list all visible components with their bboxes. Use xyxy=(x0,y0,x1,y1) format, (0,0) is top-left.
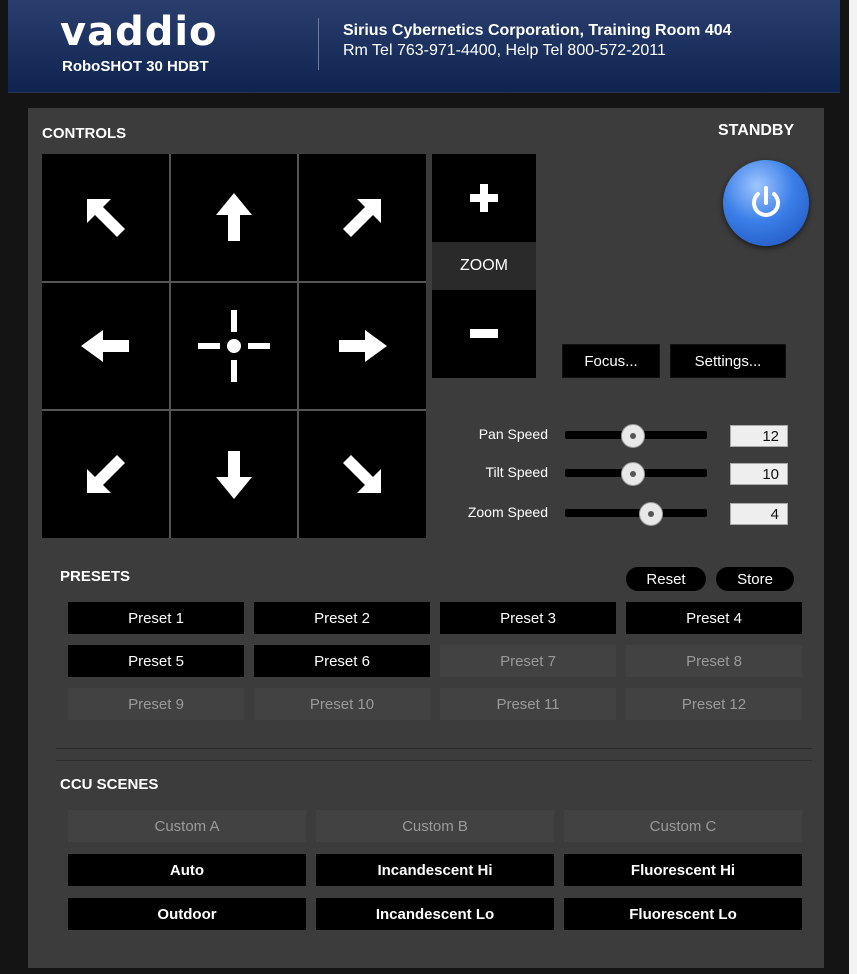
presets-title: PRESETS xyxy=(60,568,131,585)
preset-button[interactable]: Preset 10 xyxy=(254,688,430,720)
ccu-scene-button[interactable]: Incandescent Lo xyxy=(316,898,554,930)
model-name: RoboSHOT 30 HDBT xyxy=(62,58,209,75)
arrow-down-left-icon xyxy=(87,454,126,493)
ccu-scene-button[interactable]: Auto xyxy=(68,854,306,886)
ccu-scene-button[interactable]: Outdoor xyxy=(68,898,306,930)
preset-reset-button[interactable]: Reset xyxy=(626,567,706,591)
zoom-in-button[interactable] xyxy=(432,154,536,242)
arrow-up-right-icon xyxy=(342,199,381,238)
tilt-speed-label: Tilt Speed xyxy=(485,464,548,480)
settings-button[interactable]: Settings... xyxy=(670,344,786,378)
zoom-speed-value[interactable]: 4 xyxy=(730,503,788,525)
zoom-speed-label: Zoom Speed xyxy=(467,504,548,520)
zoom-control: ZOOM xyxy=(432,154,536,378)
pan-speed-value[interactable]: 12 xyxy=(730,425,788,447)
pan-up-left-button[interactable] xyxy=(42,154,169,281)
room-name: Sirius Cybernetics Corporation, Training… xyxy=(343,22,732,39)
app-frame: vaddio RoboSHOT 30 HDBT Sirius Cyberneti… xyxy=(0,0,849,974)
ccu-title: CCU SCENES xyxy=(60,776,159,793)
pan-up-right-button[interactable] xyxy=(299,154,426,281)
tilt-up-button[interactable] xyxy=(170,154,298,281)
header-banner: vaddio RoboSHOT 30 HDBT Sirius Cyberneti… xyxy=(8,0,840,93)
pan-speed-label: Pan Speed xyxy=(478,426,548,442)
ccu-scene-button[interactable]: Custom A xyxy=(68,810,306,842)
power-icon xyxy=(752,186,780,217)
crosshair-icon xyxy=(197,309,270,382)
preset-button[interactable]: Preset 1 xyxy=(68,602,244,634)
pan-down-left-button[interactable] xyxy=(42,411,169,538)
arrow-left-icon xyxy=(81,329,130,362)
section-divider xyxy=(56,760,812,761)
pan-left-button[interactable] xyxy=(42,282,169,410)
pan-down-right-button[interactable] xyxy=(299,411,426,538)
preset-store-button[interactable]: Store xyxy=(716,567,794,591)
ccu-scene-button[interactable]: Custom B xyxy=(316,810,554,842)
pan-speed-slider[interactable] xyxy=(565,424,707,448)
zoom-speed-thumb[interactable] xyxy=(639,502,664,526)
preset-button[interactable]: Preset 2 xyxy=(254,602,430,634)
arrow-right-icon xyxy=(338,329,387,362)
preset-button[interactable]: Preset 9 xyxy=(68,688,244,720)
tilt-speed-slider[interactable] xyxy=(565,462,707,486)
ccu-scene-button[interactable]: Incandescent Hi xyxy=(316,854,554,886)
pan-speed-thumb[interactable] xyxy=(620,424,645,448)
preset-button[interactable]: Preset 8 xyxy=(626,645,802,677)
focus-button[interactable]: Focus... xyxy=(562,344,660,378)
ccu-scene-button[interactable]: Custom C xyxy=(564,810,802,842)
arrow-up-icon xyxy=(215,193,252,242)
pan-right-button[interactable] xyxy=(299,282,426,410)
tilt-speed-thumb[interactable] xyxy=(620,462,645,486)
zoom-label: ZOOM xyxy=(432,242,536,290)
preset-button[interactable]: Preset 11 xyxy=(440,688,616,720)
arrow-down-icon xyxy=(215,450,252,499)
preset-button[interactable]: Preset 12 xyxy=(626,688,802,720)
header-divider xyxy=(318,18,319,70)
preset-button[interactable]: Preset 6 xyxy=(254,645,430,677)
plus-icon xyxy=(470,184,498,212)
ccu-scene-button[interactable]: Fluorescent Hi xyxy=(564,854,802,886)
home-button[interactable] xyxy=(170,282,298,410)
preset-button[interactable]: Preset 5 xyxy=(68,645,244,677)
tilt-speed-value[interactable]: 10 xyxy=(730,463,788,485)
zoom-out-button[interactable] xyxy=(432,290,536,378)
controls-title: CONTROLS xyxy=(42,125,127,142)
arrow-down-right-icon xyxy=(342,454,381,493)
standby-label: STANDBY xyxy=(718,122,795,139)
minus-icon xyxy=(470,329,498,338)
ptz-dpad xyxy=(42,154,426,538)
room-phones: Rm Tel 763-971-4400, Help Tel 800-572-20… xyxy=(343,42,666,59)
preset-button[interactable]: Preset 7 xyxy=(440,645,616,677)
tilt-down-button[interactable] xyxy=(170,411,298,538)
zoom-speed-slider[interactable] xyxy=(565,502,707,526)
preset-button[interactable]: Preset 4 xyxy=(626,602,802,634)
ccu-scene-button[interactable]: Fluorescent Lo xyxy=(564,898,802,930)
arrow-up-left-icon xyxy=(87,199,126,238)
preset-button[interactable]: Preset 3 xyxy=(440,602,616,634)
standby-button[interactable] xyxy=(723,160,809,246)
vaddio-logo: vaddio xyxy=(60,9,218,55)
